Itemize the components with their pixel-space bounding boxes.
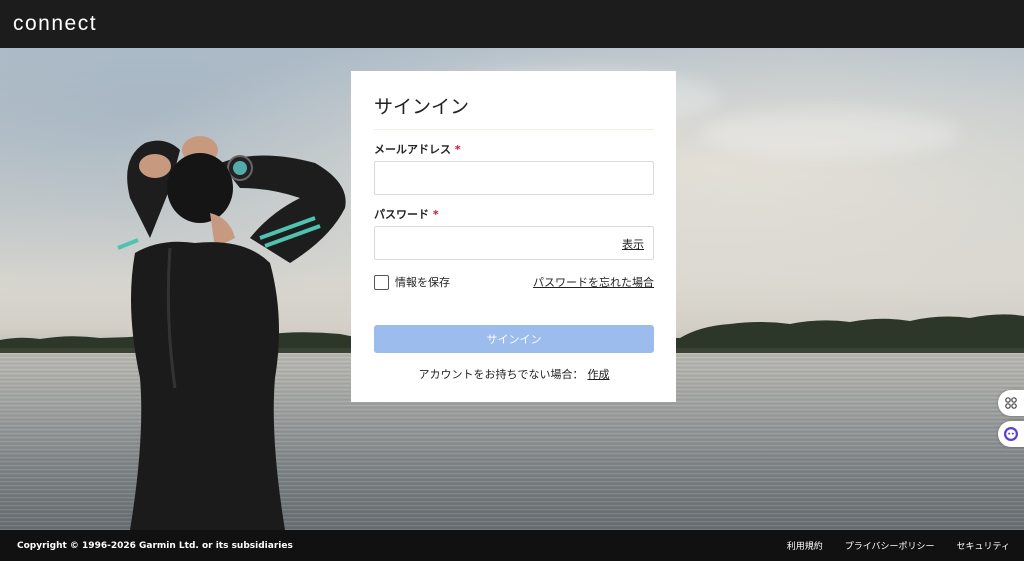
required-mark: * bbox=[432, 208, 439, 221]
remember-label: 情報を保存 bbox=[395, 276, 450, 289]
remember-checkbox[interactable] bbox=[374, 274, 389, 290]
apps-grid-icon bbox=[1005, 397, 1017, 409]
email-label-text: メールアドレス bbox=[374, 143, 451, 156]
email-label: メールアドレス * bbox=[374, 142, 654, 158]
email-input[interactable] bbox=[374, 161, 654, 195]
copyright-text: Copyright © 1996-2026 Garmin Ltd. or its… bbox=[17, 540, 293, 551]
apps-grid-button[interactable] bbox=[998, 390, 1024, 416]
signin-button[interactable]: サインイン bbox=[374, 325, 654, 353]
show-password-link[interactable]: 表示 bbox=[622, 236, 644, 252]
create-account-link[interactable]: 作成 bbox=[588, 368, 610, 381]
footer: Copyright © 1996-2026 Garmin Ltd. or its… bbox=[0, 530, 1024, 561]
password-label: パスワード * bbox=[374, 207, 654, 223]
footer-links: 利用規約 プライバシーポリシー セキュリティ bbox=[787, 539, 1010, 552]
chat-assistant-button[interactable] bbox=[998, 421, 1024, 447]
forgot-password-link[interactable]: パスワードを忘れた場合 bbox=[533, 274, 654, 290]
cloud bbox=[700, 108, 960, 158]
chat-assistant-icon bbox=[1004, 427, 1018, 441]
connect-logo[interactable]: connect bbox=[13, 12, 97, 36]
password-input[interactable] bbox=[374, 226, 654, 260]
password-field-wrapper: 表示 bbox=[374, 226, 654, 260]
footer-link-security[interactable]: セキュリティ bbox=[957, 539, 1010, 552]
signin-title: サインイン bbox=[374, 96, 470, 118]
required-mark: * bbox=[454, 143, 461, 156]
password-label-text: パスワード bbox=[374, 208, 429, 221]
no-account-text: アカウントをお持ちでない場合： bbox=[418, 368, 584, 381]
footer-link-privacy[interactable]: プライバシーポリシー bbox=[845, 539, 935, 552]
remember-me[interactable]: 情報を保存 bbox=[374, 274, 450, 290]
create-account-row: アカウントをお持ちでない場合： 作成 bbox=[374, 366, 654, 382]
options-row: 情報を保存 パスワードを忘れた場合 bbox=[374, 274, 654, 290]
signin-card: サインイン メールアドレス * パスワード * 表示 情報を保存 パスワードを忘… bbox=[351, 71, 676, 402]
swimmer-figure bbox=[117, 136, 346, 530]
title-divider bbox=[374, 129, 654, 130]
top-bar: connect bbox=[0, 0, 1024, 48]
footer-link-terms[interactable]: 利用規約 bbox=[787, 539, 823, 552]
